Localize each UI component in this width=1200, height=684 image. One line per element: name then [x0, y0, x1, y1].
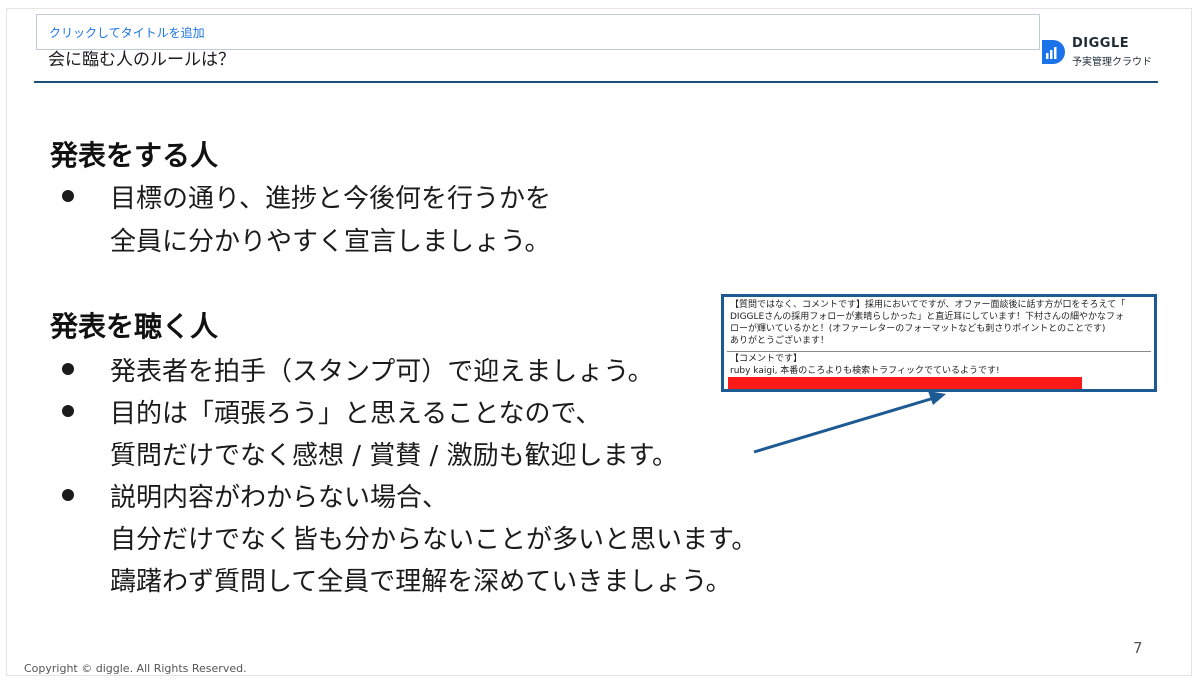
- comment-1-line-1: 【質問ではなく、コメントです】採用においてですが、オファー面談後に話す方が口をそ…: [730, 300, 1126, 310]
- comment-2-line-1: 【コメントです】: [730, 354, 803, 364]
- logo-tagline: 予実管理クラウド: [1072, 57, 1152, 68]
- bullet-icon: [62, 405, 74, 417]
- listener-bullet-2-line-2: 質問だけでなく感想 / 賞賛 / 激励も歓迎します。: [110, 441, 678, 471]
- comment-2-line-2: ruby kaigi, 本番のころよりも検索トラフィックでているようです!: [730, 366, 1000, 376]
- comment-1-line-2: DIGGLEさんの採用フォローが素晴らしかった」と直近耳にしています！下村さんの…: [730, 312, 1124, 322]
- listener-bullet-3-line-1: 説明内容がわからない場合、: [110, 483, 449, 513]
- bullet-icon: [62, 363, 74, 375]
- redaction-bar: [728, 377, 1082, 389]
- listener-heading: 発表を聴く人: [50, 310, 219, 343]
- header-divider: [34, 81, 1158, 83]
- slide: クリックしてタイトルを追加 会に臨む人のルールは？ DIGGLE 予実管理クラウ…: [0, 0, 1200, 684]
- page-number: 7: [1133, 639, 1143, 657]
- diggle-logo-icon: [1042, 40, 1065, 64]
- presenter-heading: 発表をする人: [50, 139, 219, 172]
- listener-bullet-1-line-1: 発表者を拍手（スタンプ可）で迎えましょう。: [110, 357, 654, 387]
- diggle-logo: DIGGLE 予実管理クラウド: [1038, 36, 1158, 68]
- presenter-bullet-1-line-2: 全員に分かりやすく宣言しましょう。: [110, 227, 551, 257]
- bullet-icon: [62, 489, 74, 501]
- comment-example-box: 【質問ではなく、コメントです】採用においてですが、オファー面談後に話す方が口をそ…: [721, 294, 1157, 392]
- listener-bullet-3-line-2: 自分だけでなく皆も分からないことが多いと思います。: [110, 525, 758, 555]
- comment-divider: [727, 351, 1151, 352]
- slide-subtitle: 会に臨む人のルールは？: [48, 50, 235, 70]
- presenter-bullet-1-line-1: 目標の通り、進捗と今後何を行うかを: [110, 184, 551, 214]
- listener-bullet-2-line-1: 目的は「頑張ろう」と思えることなので、: [110, 399, 602, 429]
- copyright-notice: Copyright © diggle. All Rights Reserved.: [24, 662, 247, 675]
- title-placeholder-hint: クリックしてタイトルを追加: [49, 26, 205, 40]
- comment-1-line-3: ローが輝いているかと！(オファーレターのフォーマットなども刺さりポイントとのこと…: [730, 324, 1106, 334]
- comment-1-line-4: ありがとうございます！: [730, 336, 830, 346]
- logo-name: DIGGLE: [1072, 36, 1130, 51]
- bullet-icon: [62, 190, 74, 202]
- listener-bullet-3-line-3: 躊躇わず質問して全員で理解を深めていきましょう。: [110, 567, 732, 597]
